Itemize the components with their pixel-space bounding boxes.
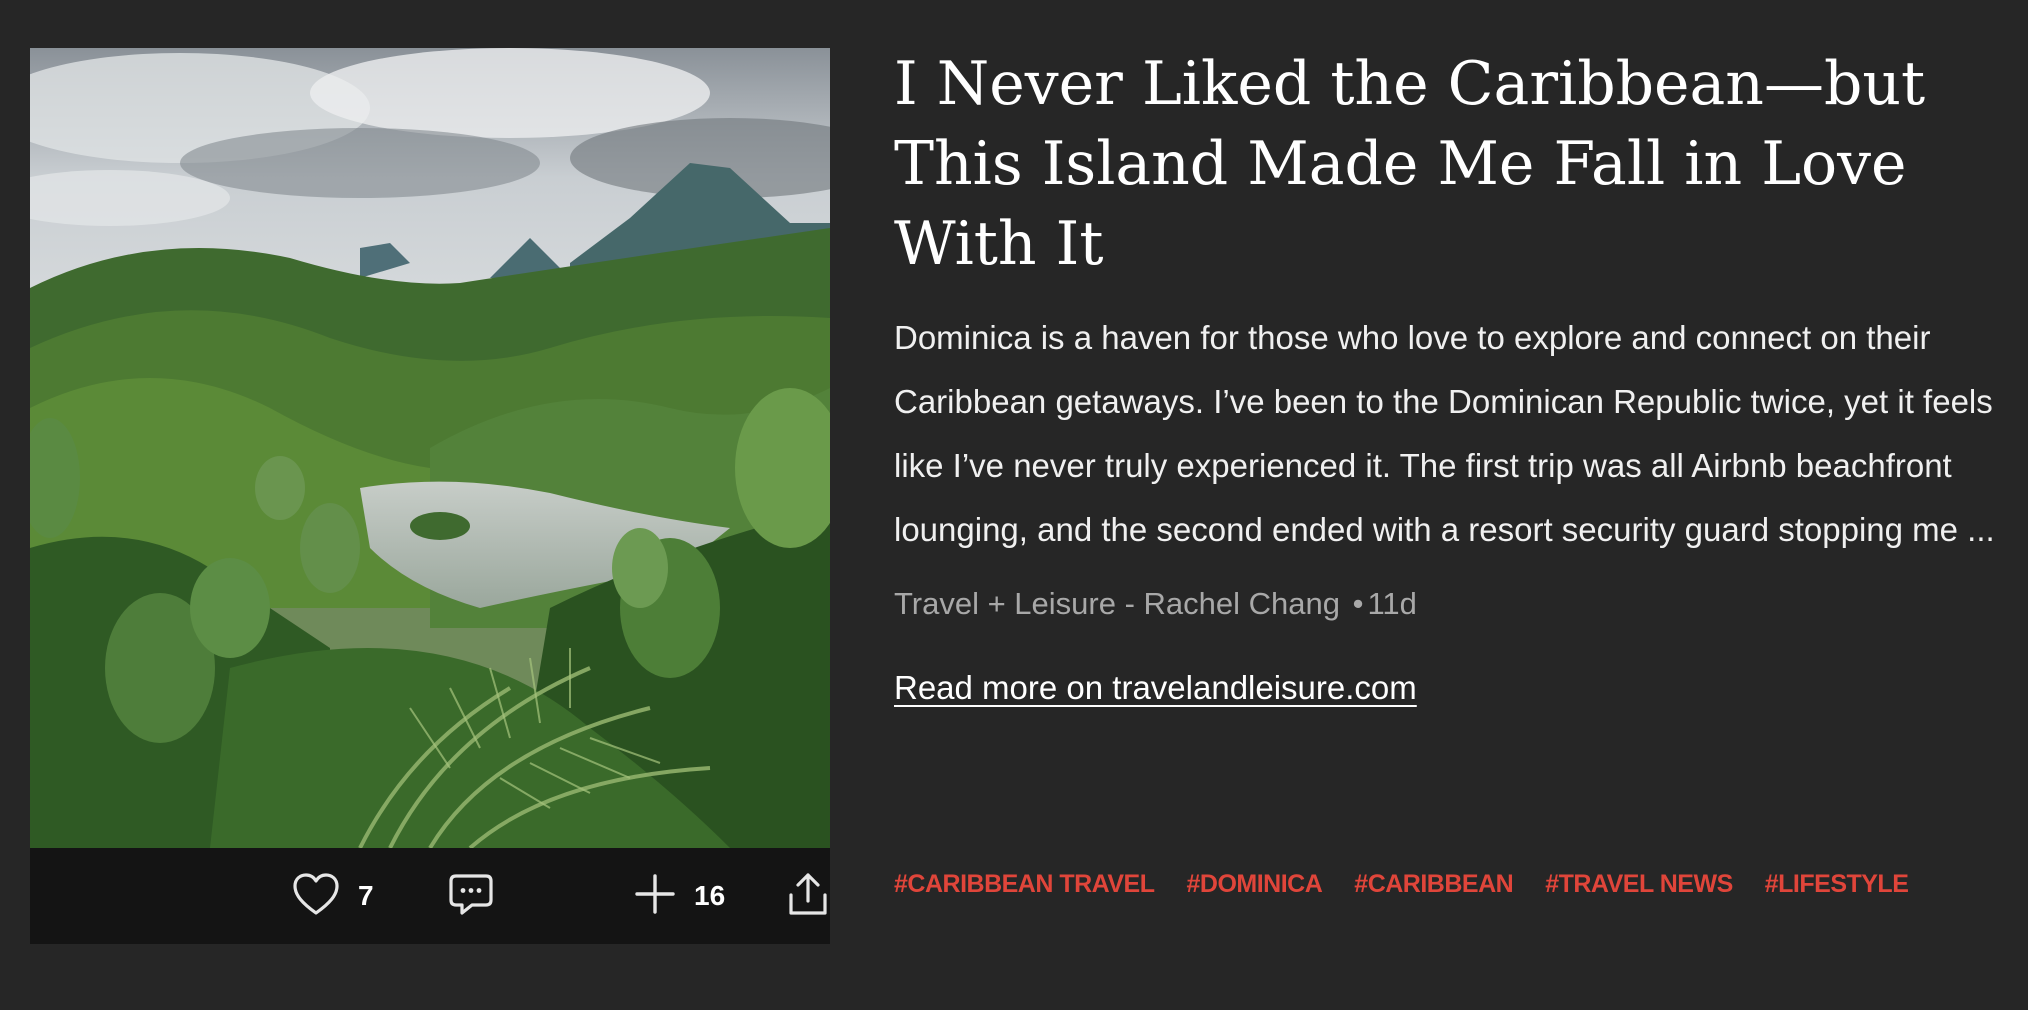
- article-byline: Travel + Leisure - Rachel Chang • 11d: [894, 584, 2004, 624]
- tag-lifestyle[interactable]: #LIFESTYLE: [1765, 870, 1909, 899]
- share-button[interactable]: [788, 848, 828, 944]
- comment-icon: [448, 871, 494, 922]
- like-count: 7: [358, 880, 374, 911]
- like-button[interactable]: 7: [292, 848, 374, 944]
- article-hero-image[interactable]: [30, 48, 830, 848]
- tag-caribbean[interactable]: #CARIBBEAN: [1354, 870, 1513, 899]
- island-landscape-image: [30, 48, 830, 848]
- article-card-content: I Never Liked the Caribbean—but This Isl…: [894, 44, 2004, 708]
- comment-button[interactable]: [448, 848, 494, 944]
- read-more-link[interactable]: Read more on travelandleisure.com: [894, 668, 1417, 708]
- byline-separator: •: [1352, 586, 1364, 621]
- article-age: 11d: [1367, 586, 1417, 621]
- article-source: Travel + Leisure - Rachel Chang: [894, 586, 1340, 621]
- tag-travel-news[interactable]: #TRAVEL NEWS: [1545, 870, 1733, 899]
- add-button[interactable]: 16: [634, 848, 725, 944]
- tag-caribbean-travel[interactable]: #CARIBBEAN TRAVEL: [894, 870, 1155, 899]
- article-summary: Dominica is a haven for those who love t…: [894, 319, 1995, 548]
- share-icon: [788, 871, 828, 922]
- plus-icon: [634, 873, 676, 920]
- tag-list: #CARIBBEAN TRAVEL #DOMINICA #CARIBBEAN #…: [894, 870, 1909, 899]
- article-headline[interactable]: I Never Liked the Caribbean—but This Isl…: [894, 44, 2004, 284]
- add-count: 16: [694, 880, 726, 911]
- article-action-bar: 7 16: [30, 848, 830, 944]
- tag-dominica[interactable]: #DOMINICA: [1187, 870, 1323, 899]
- heart-icon: [292, 872, 340, 921]
- article-card-media: 7 16: [30, 48, 830, 944]
